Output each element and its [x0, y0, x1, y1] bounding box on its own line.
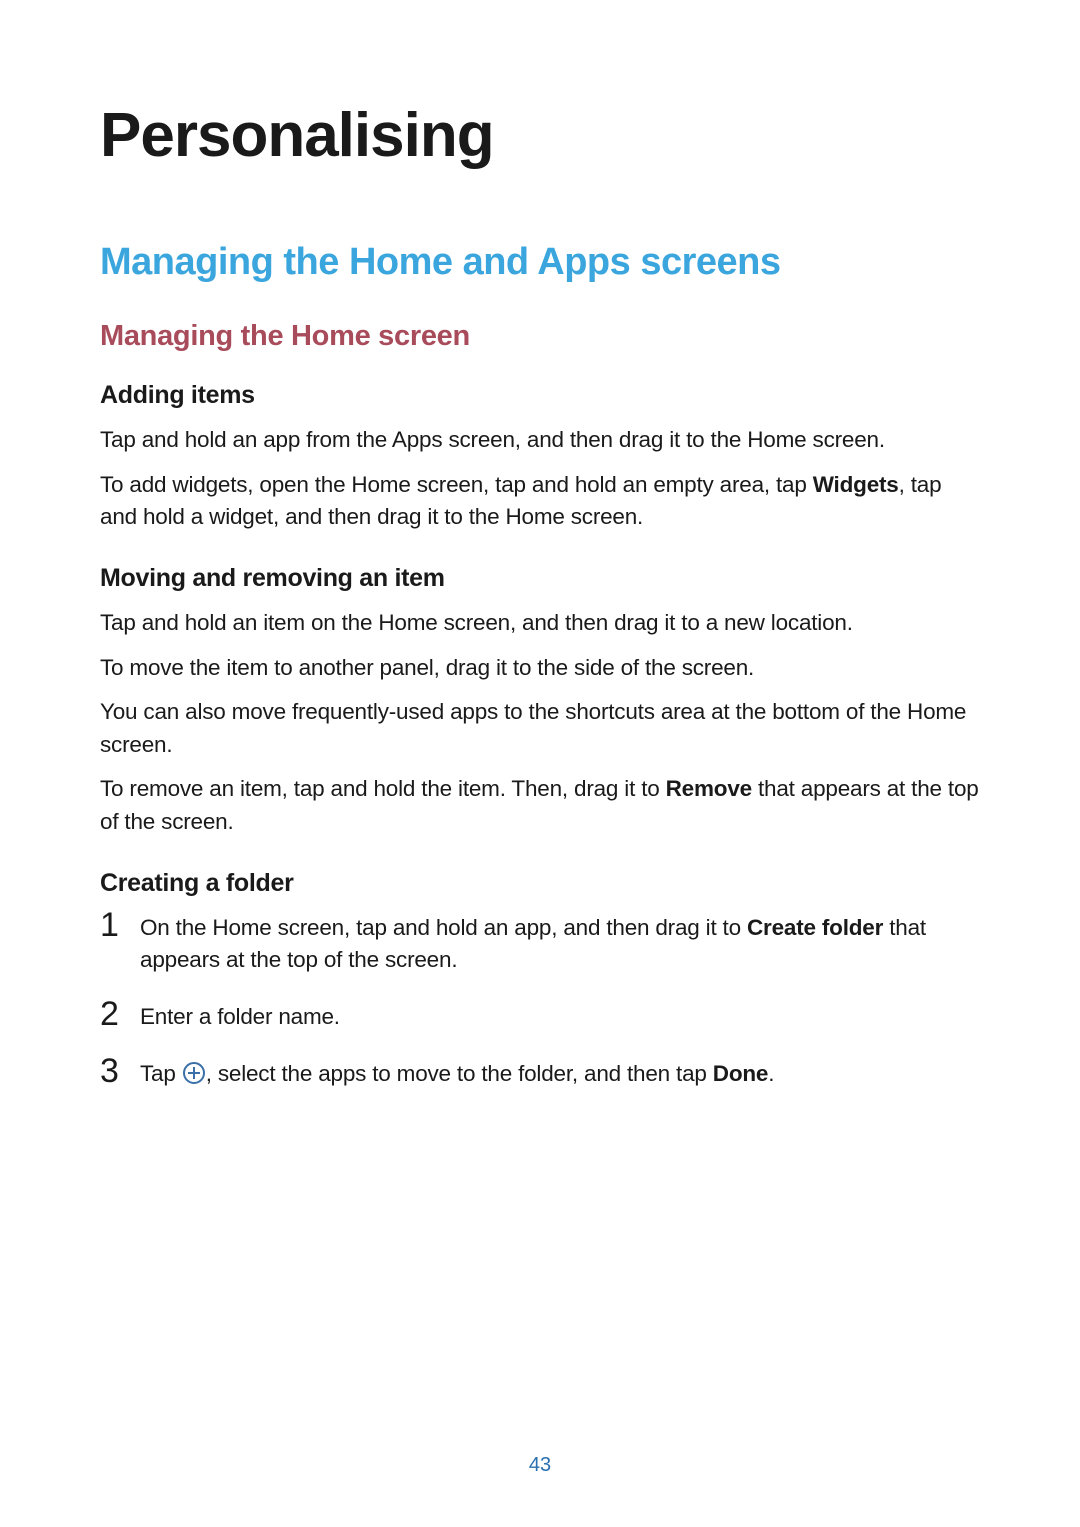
paragraph: To move the item to another panel, drag … — [100, 652, 980, 685]
section-heading: Managing the Home and Apps screens — [100, 241, 980, 284]
text-run: On the Home screen, tap and hold an app,… — [140, 915, 747, 940]
step-3: 3 Tap , select the apps to move to the f… — [100, 1058, 980, 1091]
paragraph: Tap and hold an item on the Home screen,… — [100, 607, 980, 640]
step-number: 3 — [100, 1054, 140, 1088]
text-run: Tap — [140, 1061, 182, 1086]
step-2: 2 Enter a folder name. — [100, 1001, 980, 1034]
paragraph: To add widgets, open the Home screen, ta… — [100, 469, 980, 534]
topic-heading-adding: Adding items — [100, 381, 980, 410]
topic-heading-moving: Moving and removing an item — [100, 564, 980, 593]
text-run: . — [768, 1061, 774, 1086]
text-run: , select the apps to move to the folder,… — [206, 1061, 713, 1086]
step-1: 1 On the Home screen, tap and hold an ap… — [100, 912, 980, 977]
document-page: Personalising Managing the Home and Apps… — [0, 0, 1080, 1527]
paragraph: Tap and hold an app from the Apps screen… — [100, 424, 980, 457]
page-number: 43 — [0, 1454, 1080, 1477]
adding-items-section: Adding items Tap and hold an app from th… — [100, 381, 980, 534]
step-body: Enter a folder name. — [140, 1001, 980, 1034]
bold-remove: Remove — [666, 776, 752, 801]
creating-folder-section: Creating a folder 1 On the Home screen, … — [100, 869, 980, 1091]
step-body: On the Home screen, tap and hold an app,… — [140, 912, 980, 977]
moving-removing-section: Moving and removing an item Tap and hold… — [100, 564, 980, 839]
page-title: Personalising — [100, 100, 980, 171]
paragraph: You can also move frequently-used apps t… — [100, 696, 980, 761]
bold-done: Done — [713, 1061, 768, 1086]
step-list: 1 On the Home screen, tap and hold an ap… — [100, 912, 980, 1091]
bold-widgets: Widgets — [813, 472, 899, 497]
step-number: 1 — [100, 908, 140, 942]
add-icon — [183, 1062, 205, 1084]
text-run: To remove an item, tap and hold the item… — [100, 776, 666, 801]
bold-create-folder: Create folder — [747, 915, 883, 940]
paragraph: To remove an item, tap and hold the item… — [100, 773, 980, 838]
text-run: To add widgets, open the Home screen, ta… — [100, 472, 813, 497]
topic-heading-folder: Creating a folder — [100, 869, 980, 898]
step-number: 2 — [100, 997, 140, 1031]
step-body: Tap , select the apps to move to the fol… — [140, 1058, 980, 1091]
subsection-heading: Managing the Home screen — [100, 320, 980, 353]
